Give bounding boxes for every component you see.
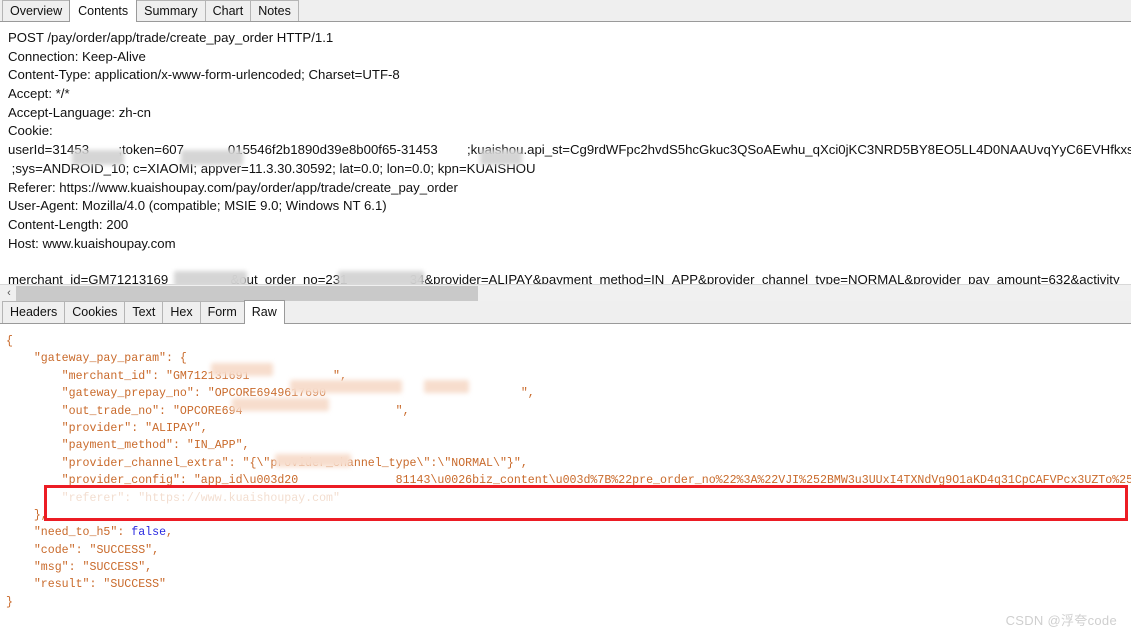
request-line: POST /pay/order/app/trade/create_pay_ord… bbox=[8, 30, 334, 45]
tab-headers[interactable]: Headers bbox=[2, 301, 66, 323]
json-line: } bbox=[6, 595, 13, 609]
json-line-msg: "msg": "SUCCESS", bbox=[6, 561, 153, 575]
tab-text[interactable]: Text bbox=[124, 301, 164, 323]
scroll-left-arrow-icon[interactable]: ‹ bbox=[2, 285, 16, 301]
json-line: "gateway_prepay_no": "OPCORE6949617690 "… bbox=[6, 387, 535, 401]
header-host: Host: www.kuaishoupay.com bbox=[8, 235, 176, 251]
header-cookie-value-continued: ;sys=ANDROID_10; c=XIAOMI; appver=11.3.3… bbox=[8, 160, 536, 176]
redaction-merchant-id bbox=[174, 271, 247, 284]
json-line: "gateway_pay_param": { bbox=[6, 352, 187, 366]
body-tabstrip: Headers Cookies Text Hex Form Raw bbox=[0, 300, 1131, 324]
json-line-provider-config: "provider_config": "app_id\u003d20 81143… bbox=[61, 474, 1131, 488]
tab-chart[interactable]: Chart bbox=[204, 0, 252, 21]
json-line: }, bbox=[6, 508, 48, 522]
header-cookie-value: userId=31453 ;token=607 015546f2b1890d39… bbox=[8, 142, 1131, 158]
redaction-userid bbox=[72, 150, 124, 165]
json-false-keyword: false bbox=[131, 526, 167, 540]
header-connection: Connection: Keep-Alive bbox=[8, 48, 146, 64]
header-accept-language: Accept-Language: zh-cn bbox=[8, 104, 151, 120]
json-line: "provider": "ALIPAY", bbox=[6, 421, 208, 435]
json-line-result: "result": "SUCCESS" bbox=[6, 578, 167, 592]
tab-form[interactable]: Form bbox=[199, 301, 245, 323]
redaction-out-order-no bbox=[338, 271, 424, 284]
json-comma: , bbox=[166, 526, 173, 540]
horizontal-scrollbar[interactable]: ‹ bbox=[0, 284, 1131, 301]
json-line-need-to-h5: "need_to_h5": false, bbox=[6, 524, 1131, 541]
json-line: "merchant_id": "GM712131691 ", bbox=[6, 369, 347, 383]
header-accept: Accept: */* bbox=[8, 86, 70, 102]
tab-hex[interactable]: Hex bbox=[162, 301, 201, 323]
fiddler-session-inspector: Overview Contents Summary Chart Notes PO… bbox=[0, 0, 1131, 637]
header-cookie-label: Cookie: bbox=[8, 123, 53, 139]
tab-notes[interactable]: Notes bbox=[250, 0, 299, 21]
top-tabstrip: Overview Contents Summary Chart Notes bbox=[0, 0, 1131, 22]
header-content-length: Content-Length: 200 bbox=[8, 216, 129, 232]
tab-cookies[interactable]: Cookies bbox=[64, 301, 126, 323]
redaction-token-b bbox=[480, 150, 522, 165]
redaction-json-out-trade-no bbox=[232, 398, 329, 411]
redaction-json-app-id bbox=[275, 454, 351, 467]
redaction-json-prepay-no bbox=[290, 380, 402, 393]
scrollbar-thumb[interactable] bbox=[16, 286, 478, 301]
watermark: CSDN @浮夸code bbox=[1005, 613, 1117, 628]
headers-body-separator bbox=[8, 253, 1131, 271]
redaction-token-a bbox=[181, 150, 243, 165]
header-content-type: Content-Type: application/x-www-form-url… bbox=[8, 67, 400, 83]
redaction-json-prepay-no-2 bbox=[424, 380, 469, 393]
tab-summary[interactable]: Summary bbox=[136, 0, 206, 21]
json-line: "out_trade_no": "OPCORE694 ", bbox=[6, 404, 410, 418]
header-user-agent: User-Agent: Mozilla/4.0 (compatible; MSI… bbox=[8, 198, 387, 214]
tab-raw[interactable]: Raw bbox=[243, 300, 285, 324]
json-line-code: "code": "SUCCESS", bbox=[6, 543, 160, 557]
header-referer: Referer: https://www.kuaishoupay.com/pay… bbox=[8, 179, 458, 195]
json-line: "payment_method": "IN_APP", bbox=[6, 439, 250, 453]
request-headers-pane[interactable]: POST /pay/order/app/trade/create_pay_ord… bbox=[0, 22, 1131, 284]
json-line-referer: "referer": "https://www.kuaishoupay.com" bbox=[6, 491, 340, 505]
json-line: { bbox=[6, 335, 13, 348]
response-json-pane[interactable]: { "gateway_pay_param": { "merchant_id": … bbox=[0, 324, 1131, 626]
tab-contents[interactable]: Contents bbox=[69, 0, 138, 22]
redaction-json-merchant-id bbox=[211, 363, 273, 376]
tab-overview[interactable]: Overview bbox=[2, 0, 71, 21]
json-line: "provider_channel_extra": "{\"provider_c… bbox=[6, 456, 528, 470]
json-need-to-h5-text: "need_to_h5": bbox=[6, 526, 132, 540]
